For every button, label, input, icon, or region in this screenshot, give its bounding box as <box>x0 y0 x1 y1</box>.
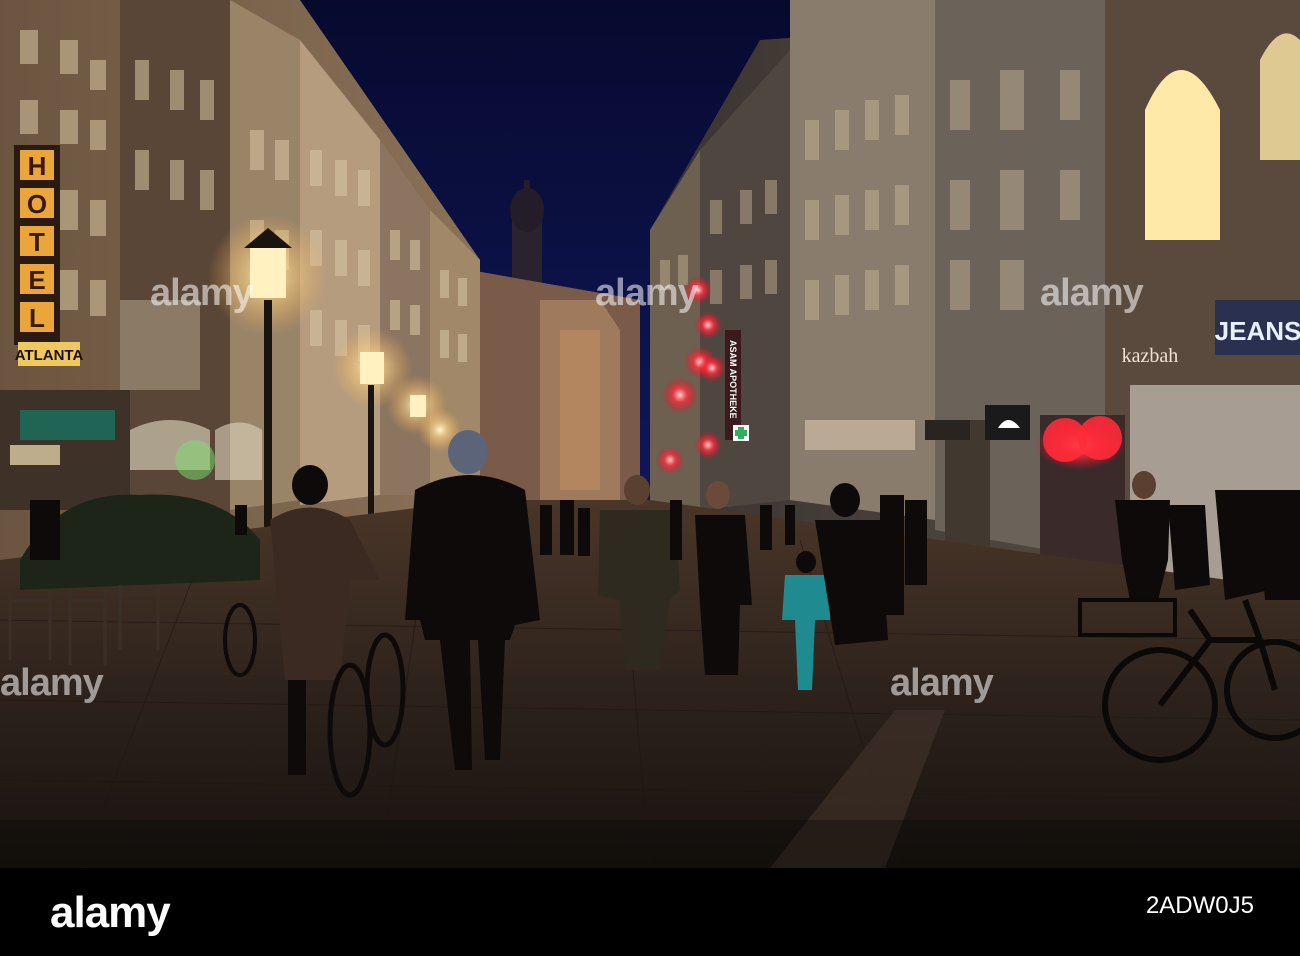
atlanta-sign-text: ATLANTA <box>15 347 84 364</box>
hotel-letter-e: E <box>28 265 45 295</box>
image-id: 2ADW0J5 <box>1145 892 1254 919</box>
distant-buildings <box>470 270 640 500</box>
jeans-sign-text: JEANS <box>1215 316 1300 346</box>
hotel-letter-t: T <box>29 227 45 257</box>
hotel-letter-h: H <box>28 151 47 181</box>
street-scene-svg: H O T E L ATLANTA JEANS kazbah ASAM APOT… <box>0 0 1300 868</box>
kazbah-sign-text: kazbah <box>1122 345 1179 367</box>
alamy-logo[interactable]: alamy <box>50 888 171 938</box>
footer-bar: alamy 2ADW0J5 <box>0 868 1300 956</box>
hotel-letter-l: L <box>29 303 45 333</box>
apotheke-sign-text: ASAM APOTHEKE <box>728 340 738 419</box>
street-photo: H O T E L ATLANTA JEANS kazbah ASAM APOT… <box>0 0 1300 868</box>
hotel-letter-o: O <box>27 189 47 219</box>
